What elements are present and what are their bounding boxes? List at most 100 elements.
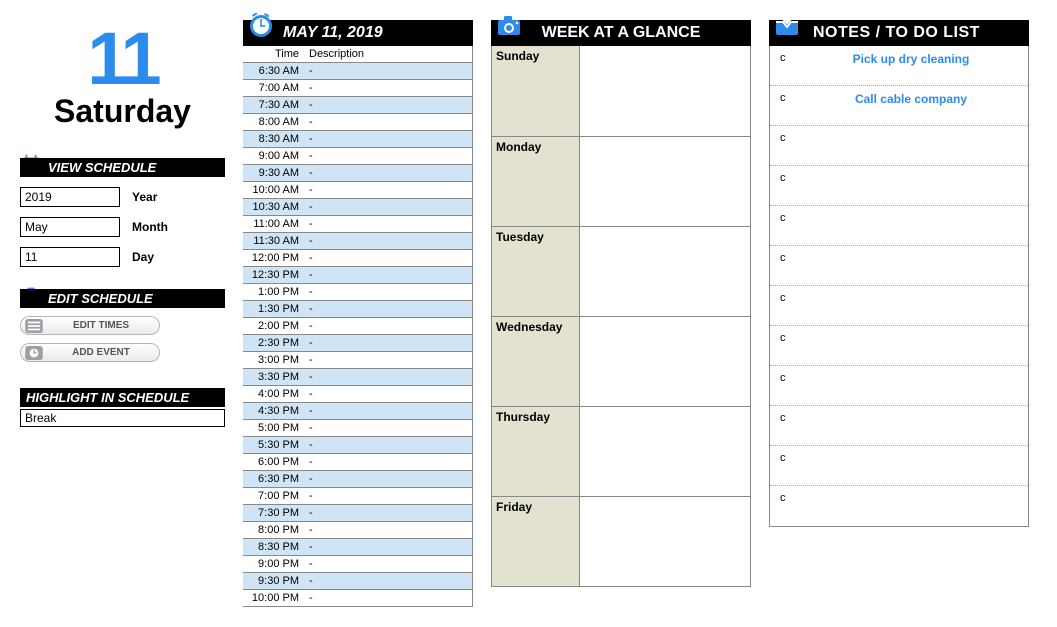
schedule-row[interactable]: 9:00 PM- bbox=[243, 556, 472, 573]
schedule-row[interactable]: 12:00 PM- bbox=[243, 250, 472, 267]
schedule-desc: - bbox=[305, 471, 472, 488]
month-input[interactable] bbox=[20, 217, 120, 237]
schedule-desc: - bbox=[305, 250, 472, 267]
week-row[interactable]: Monday bbox=[492, 136, 750, 226]
week-day-content[interactable] bbox=[580, 227, 750, 316]
schedule-row[interactable]: 3:30 PM- bbox=[243, 369, 472, 386]
schedule-row[interactable]: 11:00 AM- bbox=[243, 216, 472, 233]
week-row[interactable]: Tuesday bbox=[492, 226, 750, 316]
schedule-row[interactable]: 10:00 AM- bbox=[243, 182, 472, 199]
week-day-content[interactable] bbox=[580, 317, 750, 406]
schedule-row[interactable]: 7:00 AM- bbox=[243, 80, 472, 97]
schedule-row[interactable]: 8:30 PM- bbox=[243, 539, 472, 556]
week-row[interactable]: Thursday bbox=[492, 406, 750, 496]
schedule-row[interactable]: 9:30 AM- bbox=[243, 165, 472, 182]
schedule-desc: - bbox=[305, 556, 472, 573]
schedule-row[interactable]: 5:30 PM- bbox=[243, 437, 472, 454]
schedule-row[interactable]: 6:30 AM- bbox=[243, 63, 472, 80]
schedule-row[interactable]: 4:00 PM- bbox=[243, 386, 472, 403]
schedule-row[interactable]: 2:30 PM- bbox=[243, 335, 472, 352]
schedule-time: 9:30 AM bbox=[243, 165, 305, 182]
schedule-time: 6:30 AM bbox=[243, 63, 305, 80]
todo-checkbox[interactable]: c bbox=[780, 92, 800, 104]
todo-checkbox[interactable]: c bbox=[780, 412, 800, 424]
schedule-row[interactable]: 10:30 AM- bbox=[243, 199, 472, 216]
clock-icon bbox=[25, 346, 43, 360]
schedule-row[interactable]: 7:00 PM- bbox=[243, 488, 472, 505]
todo-checkbox[interactable]: c bbox=[780, 332, 800, 344]
todo-row[interactable]: c bbox=[770, 286, 1028, 326]
week-day-label: Tuesday bbox=[492, 227, 580, 316]
schedule-row[interactable]: 6:00 PM- bbox=[243, 454, 472, 471]
schedule-row[interactable]: 8:00 PM- bbox=[243, 522, 472, 539]
todo-row[interactable]: c bbox=[770, 366, 1028, 406]
schedule-row[interactable]: 2:00 PM- bbox=[243, 318, 472, 335]
todo-row[interactable]: cPick up dry cleaning bbox=[770, 46, 1028, 86]
schedule-row[interactable]: 3:00 PM- bbox=[243, 352, 472, 369]
todo-row[interactable]: c bbox=[770, 206, 1028, 246]
schedule-row[interactable]: 8:30 AM- bbox=[243, 131, 472, 148]
highlight-label: HIGHLIGHT IN SCHEDULE bbox=[20, 388, 225, 407]
todo-text: Pick up dry cleaning bbox=[800, 52, 1022, 66]
add-event-button[interactable]: ADD EVENT bbox=[20, 343, 160, 362]
todo-row[interactable]: cCall cable company bbox=[770, 86, 1028, 126]
todo-row[interactable]: c bbox=[770, 126, 1028, 166]
todo-row[interactable]: c bbox=[770, 486, 1028, 526]
schedule-row[interactable]: 9:00 AM- bbox=[243, 148, 472, 165]
schedule-desc: - bbox=[305, 97, 472, 114]
todo-checkbox[interactable]: c bbox=[780, 492, 800, 504]
schedule-row[interactable]: 1:30 PM- bbox=[243, 301, 472, 318]
todo-row[interactable]: c bbox=[770, 246, 1028, 286]
schedule-row[interactable]: 12:30 PM- bbox=[243, 267, 472, 284]
schedule-desc: - bbox=[305, 335, 472, 352]
schedule-time: 3:30 PM bbox=[243, 369, 305, 386]
week-day-content[interactable] bbox=[580, 407, 750, 496]
todo-checkbox[interactable]: c bbox=[780, 292, 800, 304]
todo-checkbox[interactable]: c bbox=[780, 132, 800, 144]
week-row[interactable]: Friday bbox=[492, 496, 750, 586]
todo-checkbox[interactable]: c bbox=[780, 452, 800, 464]
schedule-time: 10:30 AM bbox=[243, 199, 305, 216]
todo-checkbox[interactable]: c bbox=[780, 372, 800, 384]
todo-row[interactable]: c bbox=[770, 166, 1028, 206]
edit-times-button[interactable]: EDIT TIMES bbox=[20, 316, 160, 335]
schedule-row[interactable]: 11:30 AM- bbox=[243, 233, 472, 250]
todo-row[interactable]: c bbox=[770, 326, 1028, 366]
schedule-desc: - bbox=[305, 267, 472, 284]
week-day-content[interactable] bbox=[580, 46, 750, 136]
col-time: Time bbox=[243, 46, 305, 63]
week-day-content[interactable] bbox=[580, 497, 750, 586]
todo-checkbox[interactable]: c bbox=[780, 52, 800, 64]
schedule-row[interactable]: 9:30 PM- bbox=[243, 573, 472, 590]
schedule-time: 11:00 AM bbox=[243, 216, 305, 233]
schedule-desc: - bbox=[305, 573, 472, 590]
schedule-row[interactable]: 7:30 AM- bbox=[243, 97, 472, 114]
schedule-row[interactable]: 5:00 PM- bbox=[243, 420, 472, 437]
highlight-value[interactable]: Break bbox=[20, 409, 225, 427]
view-schedule-label: VIEW SCHEDULE bbox=[20, 158, 225, 177]
schedule-row[interactable]: 1:00 PM- bbox=[243, 284, 472, 301]
schedule-time: 9:00 AM bbox=[243, 148, 305, 165]
edit-times-label: EDIT TIMES bbox=[73, 320, 129, 331]
day-input[interactable] bbox=[20, 247, 120, 267]
year-input[interactable] bbox=[20, 187, 120, 207]
schedule-row[interactable]: 4:30 PM- bbox=[243, 403, 472, 420]
week-day-content[interactable] bbox=[580, 137, 750, 226]
todo-checkbox[interactable]: c bbox=[780, 252, 800, 264]
todo-row[interactable]: c bbox=[770, 406, 1028, 446]
schedule-desc: - bbox=[305, 403, 472, 420]
schedule-row[interactable]: 8:00 AM- bbox=[243, 114, 472, 131]
todo-checkbox[interactable]: c bbox=[780, 172, 800, 184]
todo-row[interactable]: c bbox=[770, 446, 1028, 486]
week-row[interactable]: Sunday bbox=[492, 46, 750, 136]
schedule-desc: - bbox=[305, 216, 472, 233]
schedule-desc: - bbox=[305, 63, 472, 80]
date-weekday: Saturday bbox=[30, 93, 215, 130]
schedule-desc: - bbox=[305, 114, 472, 131]
week-row[interactable]: Wednesday bbox=[492, 316, 750, 406]
year-label: Year bbox=[132, 190, 157, 204]
schedule-row[interactable]: 10:00 PM- bbox=[243, 590, 472, 607]
schedule-row[interactable]: 6:30 PM- bbox=[243, 471, 472, 488]
schedule-row[interactable]: 7:30 PM- bbox=[243, 505, 472, 522]
todo-checkbox[interactable]: c bbox=[780, 212, 800, 224]
